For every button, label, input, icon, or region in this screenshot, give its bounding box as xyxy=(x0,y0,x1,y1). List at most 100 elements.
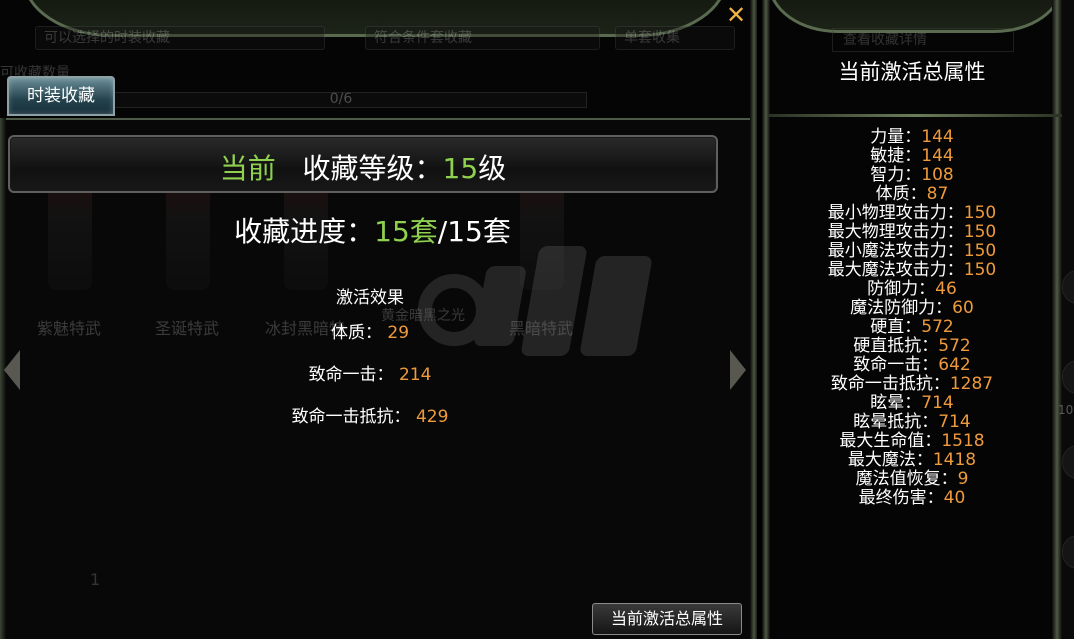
attribute-list: 力量：144 敏捷：144 智力：108 体质：87 最小物理攻击力：150 最大物理攻击… xyxy=(762,128,1062,508)
attribute-separator: ： xyxy=(918,279,936,299)
attribute-row: 致命一击：642 xyxy=(762,356,1062,375)
progress-label: 收藏进度： xyxy=(234,215,375,248)
attribute-label: 最大魔法 xyxy=(847,450,916,470)
activation-effects: 激活效果 体质： 29 致命一击： 214 致命一击抵抗： 429 xyxy=(230,283,510,448)
collection-progress: 收藏进度：15套/15套 xyxy=(0,210,745,250)
attribute-separator: ： xyxy=(921,336,939,356)
ghost-card: 圣诞特武 xyxy=(128,140,246,540)
ghost-detail-button: 查看收藏详情 xyxy=(832,28,1014,52)
attribute-value: 150 xyxy=(963,203,997,223)
attribute-label: 最大生命值 xyxy=(839,431,925,451)
attribute-value: 150 xyxy=(963,222,997,242)
attribute-row: 最小魔法攻击力：150 xyxy=(762,242,1062,261)
effect-row: 致命一击抵抗： 429 xyxy=(230,406,510,448)
attribute-separator: ： xyxy=(926,488,944,508)
attribute-value: 46 xyxy=(935,279,957,299)
attribute-value: 150 xyxy=(963,241,997,261)
attribute-label: 眩晕抵抗 xyxy=(853,412,922,432)
total-attributes-panel: 查看收藏详情 10 当前激活总属性 力量：144 敏捷：144 智力：108 体质：8… xyxy=(762,0,1074,639)
attribute-label: 致命一击抵抗 xyxy=(830,374,933,394)
attribute-value: 9 xyxy=(957,469,969,489)
effect-value: 214 xyxy=(398,365,432,385)
attribute-row: 硬直抵抗：572 xyxy=(762,337,1062,356)
attribute-separator: ： xyxy=(904,127,922,147)
attribute-label: 最大物理攻击力 xyxy=(827,222,947,242)
next-page-arrow-icon[interactable] xyxy=(722,320,752,420)
attribute-separator: ： xyxy=(904,165,922,185)
attribute-row: 眩晕抵抗：714 xyxy=(762,413,1062,432)
effect-label: 体质： xyxy=(330,323,382,343)
collection-level-text: 当前 收藏等级：15级 xyxy=(10,147,716,187)
effect-label: 致命一击抵抗： xyxy=(291,407,411,427)
ghost-progress-bar: 0/6 xyxy=(95,91,587,108)
attribute-value: 144 xyxy=(921,127,954,147)
level-label: 收藏等级： xyxy=(302,152,443,185)
level-current-label: 当前 xyxy=(219,152,276,185)
total-attributes-button[interactable]: 当前激活总属性 xyxy=(592,603,742,635)
attribute-label: 智力 xyxy=(870,165,905,185)
attribute-row: 防御力：46 xyxy=(762,280,1062,299)
attribute-row: 敏捷：144 xyxy=(762,147,1062,166)
ghost-hint-2: 符合条件套收藏 xyxy=(365,26,600,50)
title-divider xyxy=(768,114,1062,117)
attribute-value: 144 xyxy=(921,146,954,166)
close-button[interactable]: ✕ xyxy=(724,3,748,28)
attribute-row: 体质：87 xyxy=(762,185,1062,204)
attribute-row: 魔法值恢复：9 xyxy=(762,470,1062,489)
attribute-label: 眩晕 xyxy=(870,393,905,413)
attribute-separator: ： xyxy=(921,355,939,375)
collection-panel: 可以选择的时装收藏 符合条件套收藏 单套收集 可收藏数量 0/6 ✕ 时装收藏 … xyxy=(0,0,757,639)
effect-label: 致命一击： xyxy=(308,365,394,385)
attribute-separator: ： xyxy=(946,222,964,242)
effect-value: 29 xyxy=(387,323,410,343)
attribute-separator: ： xyxy=(946,203,964,223)
ghost-hint-1: 可以选择的时装收藏 xyxy=(35,26,325,50)
level-value: 15 xyxy=(442,152,479,185)
attribute-row: 魔法防御力：60 xyxy=(762,299,1062,318)
attribute-row: 最终伤害：40 xyxy=(762,489,1062,508)
attribute-value: 87 xyxy=(926,184,949,204)
ghost-page-number: 1 xyxy=(90,570,101,589)
attribute-label: 防御力 xyxy=(867,279,919,299)
attribute-value: 572 xyxy=(938,336,971,356)
ghost-hint-3: 单套收集 xyxy=(615,26,735,50)
attribute-label: 硬直 xyxy=(870,317,905,337)
attribute-separator: ： xyxy=(940,469,958,489)
attribute-label: 力量 xyxy=(870,127,905,147)
attribute-value: 642 xyxy=(938,355,971,375)
attribute-label: 魔法值恢复 xyxy=(855,469,941,489)
attribute-value: 60 xyxy=(952,298,974,318)
attribute-label: 硬直抵抗 xyxy=(853,336,922,356)
progress-current: 15套 xyxy=(374,215,438,248)
attribute-value: 1287 xyxy=(949,374,994,394)
panel-title: 当前激活总属性 xyxy=(838,60,986,84)
attribute-label: 致命一击 xyxy=(853,355,922,375)
attribute-value: 150 xyxy=(963,260,997,280)
attribute-label: 最小物理攻击力 xyxy=(827,203,947,223)
effect-row: 致命一击： 214 xyxy=(230,364,510,406)
prev-page-arrow-icon[interactable] xyxy=(0,320,30,420)
frame-rail-right xyxy=(750,0,757,639)
attribute-separator: ： xyxy=(909,184,927,204)
attribute-row: 最大物理攻击力：150 xyxy=(762,223,1062,242)
attribute-separator: ： xyxy=(915,450,933,470)
attribute-separator: ： xyxy=(904,393,922,413)
attribute-separator: ： xyxy=(904,146,922,166)
attribute-separator: ： xyxy=(932,374,950,394)
tab-costume-collection[interactable]: 时装收藏 xyxy=(7,76,115,116)
ghost-progress-text: 0/6 xyxy=(329,91,353,107)
attribute-row: 致命一击抵抗：1287 xyxy=(762,375,1062,394)
effect-row: 体质： 29 xyxy=(230,322,510,364)
attribute-separator: ： xyxy=(921,412,939,432)
attribute-value: 40 xyxy=(943,488,966,508)
attribute-separator: ： xyxy=(924,431,942,451)
attribute-label: 最大魔法攻击力 xyxy=(827,260,947,280)
progress-total: /15套 xyxy=(437,215,511,248)
effects-title: 激活效果 xyxy=(336,288,404,308)
attribute-value: 1418 xyxy=(932,450,977,470)
attribute-value: 1518 xyxy=(941,431,985,451)
attribute-row: 硬直：572 xyxy=(762,318,1062,337)
attribute-separator: ： xyxy=(935,298,953,318)
attribute-label: 魔法防御力 xyxy=(850,298,936,318)
attribute-row: 力量：144 xyxy=(762,128,1062,147)
